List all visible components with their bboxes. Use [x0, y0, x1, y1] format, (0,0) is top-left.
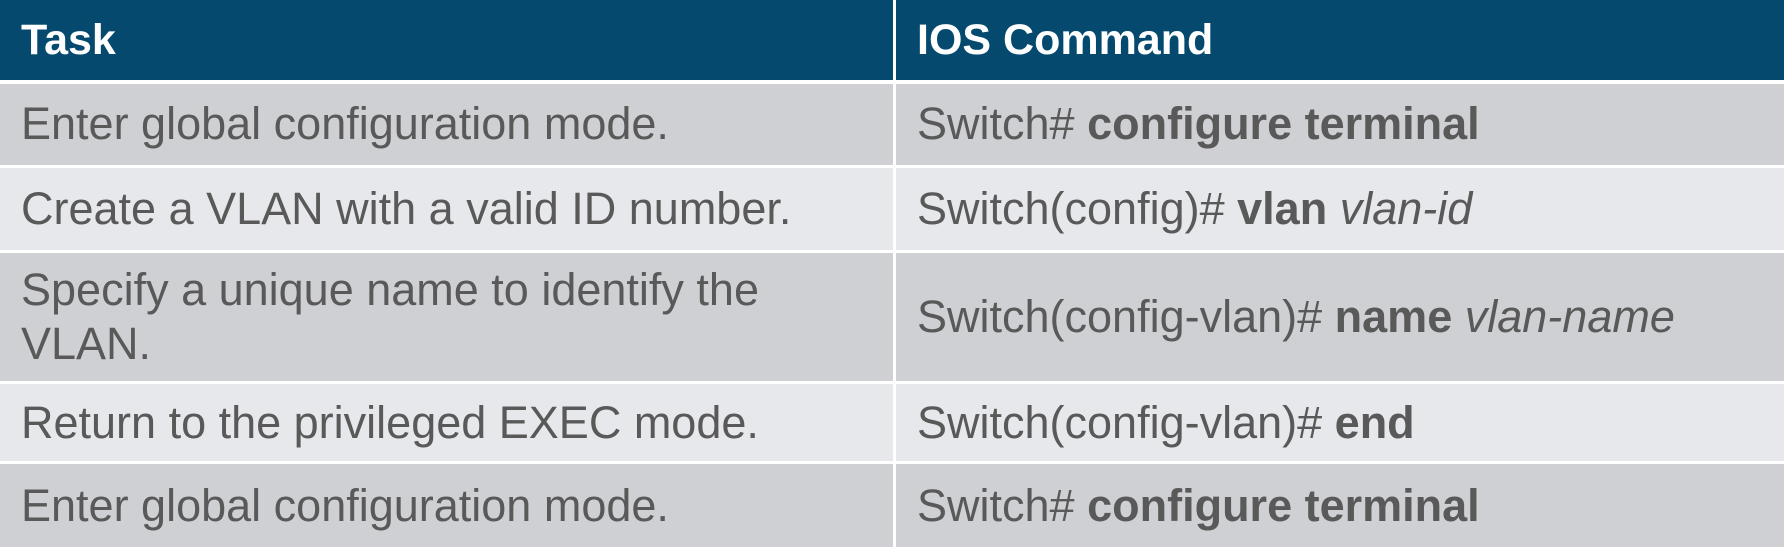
command-cell: Switch# configure terminal [894, 82, 1784, 168]
table-row: Return to the privileged EXEC mode. Swit… [0, 382, 1784, 465]
table-row: Create a VLAN with a valid ID number. Sw… [0, 166, 1784, 253]
header-ios-command: IOS Command [894, 0, 1784, 84]
command-keyword: end [1334, 396, 1415, 448]
vlan-command-table: Task IOS Command Enter global configurat… [0, 0, 1784, 547]
header-task: Task [0, 0, 896, 84]
command-prompt: Switch(config)# [917, 182, 1225, 234]
task-cell: Create a VLAN with a valid ID number. [0, 166, 896, 253]
command-keyword: name [1334, 291, 1453, 343]
command-cell: Switch(config)# vlan vlan-id [894, 166, 1784, 253]
command-argument: vlan-name [1464, 291, 1675, 343]
command-prompt: Switch# [917, 479, 1075, 531]
command-keyword: vlan [1237, 182, 1328, 234]
task-cell: Specify a unique name to identify the VL… [0, 251, 896, 385]
command-cell: Switch# configure terminal [894, 462, 1784, 547]
task-cell: Enter global configuration mode. [0, 82, 896, 168]
command-prompt: Switch(config-vlan)# [917, 291, 1323, 343]
command-keyword: configure terminal [1087, 479, 1480, 531]
table-header-row: Task IOS Command [0, 0, 1784, 84]
command-prompt: Switch(config-vlan)# [917, 396, 1323, 448]
task-cell: Return to the privileged EXEC mode. [0, 382, 896, 465]
command-argument: vlan-id [1339, 182, 1473, 234]
task-cell: Enter global configuration mode. [0, 462, 896, 547]
table-row: Enter global configuration mode. Switch#… [0, 462, 1784, 547]
command-cell: Switch(config-vlan)# end [894, 382, 1784, 465]
table-row: Enter global configuration mode. Switch#… [0, 82, 1784, 168]
command-keyword: configure terminal [1087, 98, 1480, 150]
command-cell: Switch(config-vlan)# name vlan-name [894, 251, 1784, 385]
command-prompt: Switch# [917, 98, 1075, 150]
table-row: Specify a unique name to identify the VL… [0, 251, 1784, 385]
